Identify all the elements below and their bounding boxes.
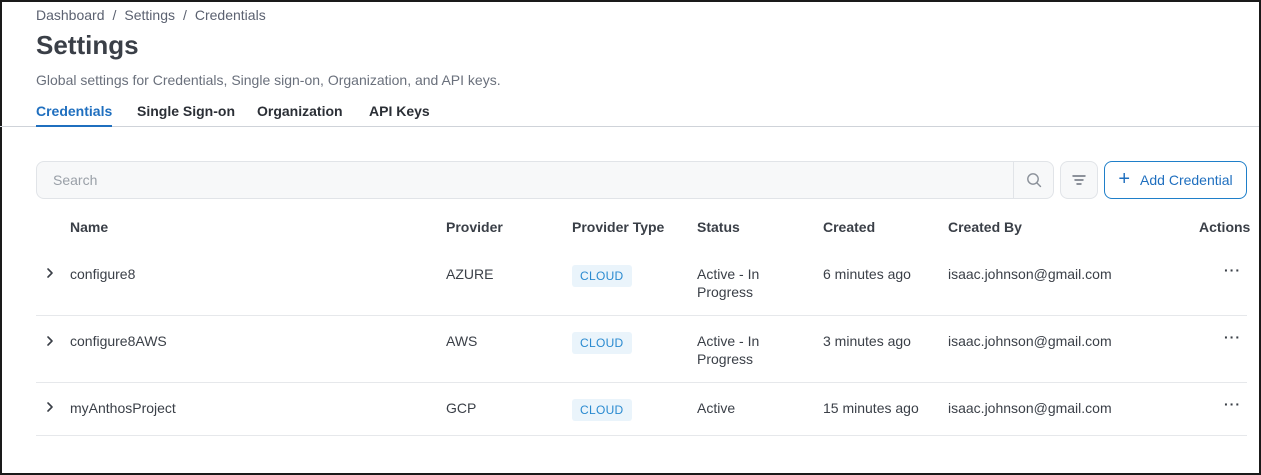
created: 3 minutes ago [823,333,911,349]
row-actions-button[interactable]: ··· [1224,262,1241,278]
column-header-name[interactable]: Name [70,219,108,235]
plus-icon: + [1118,168,1131,190]
search-button[interactable] [1013,162,1053,198]
breadcrumb-settings[interactable]: Settings [124,7,175,23]
chevron-right-icon[interactable] [45,335,55,347]
filter-button[interactable] [1060,161,1098,199]
credential-name: configure8AWS [70,333,167,349]
tab-api-keys[interactable]: API Keys [369,103,430,127]
breadcrumb-separator: / [182,7,187,23]
column-header-provider[interactable]: Provider [446,219,503,235]
row-actions-button[interactable]: ··· [1224,396,1241,412]
breadcrumb-dashboard[interactable]: Dashboard [36,7,105,23]
column-header-created-by[interactable]: Created By [948,219,1022,235]
row-actions-button[interactable]: ··· [1224,329,1241,345]
status-line: Active - In [697,266,760,282]
tab-organization[interactable]: Organization [257,103,343,127]
created-by: isaac.johnson@gmail.com [948,266,1112,282]
created-by: isaac.johnson@gmail.com [948,333,1112,349]
column-header-actions: Actions [1199,219,1251,235]
search-icon [1026,173,1041,188]
status: Active [697,400,736,416]
page-title: Settings [36,30,139,60]
created: 15 minutes ago [823,400,919,416]
add-credential-label: Add Credential [1140,172,1233,188]
status-line: Progress [697,351,754,367]
credential-name: configure8 [70,266,136,282]
chevron-right-icon[interactable] [45,267,55,279]
add-credential-button[interactable]: + Add Credential [1104,161,1247,199]
status: Active - In Progress [697,332,759,368]
chevron-right-icon[interactable] [45,401,55,413]
provider-type-badge: CLOUD [572,265,632,287]
breadcrumb: Dashboard / Settings / Credentials [36,7,266,23]
settings-tabs: Credentials Single Sign-on Organization … [0,100,1259,127]
status-line: Active - In [697,333,760,349]
column-header-status[interactable]: Status [697,219,740,235]
tab-single-sign-on[interactable]: Single Sign-on [137,103,235,127]
table-row: myAnthosProject GCP CLOUD Active 15 minu… [36,383,1247,436]
provider: AZURE [446,266,494,282]
provider: GCP [446,400,477,416]
provider: AWS [446,333,478,349]
created: 6 minutes ago [823,266,911,282]
tab-credentials[interactable]: Credentials [36,103,113,127]
provider-type-badge: CLOUD [572,332,632,354]
status-line: Progress [697,284,754,300]
filter-icon [1072,175,1086,185]
table-row: configure8AWS AWS CLOUD Active - In Prog… [36,316,1247,383]
status: Active - In Progress [697,265,759,301]
column-header-provider-type[interactable]: Provider Type [572,219,664,235]
page-description: Global settings for Credentials, Single … [36,72,501,88]
breadcrumb-credentials: Credentials [194,7,266,23]
credential-name: myAnthosProject [70,400,176,416]
table-row: configure8 AZURE CLOUD Active - In Progr… [36,250,1247,316]
search-box [36,161,1054,199]
search-input[interactable] [37,162,1013,198]
breadcrumb-separator: / [112,7,117,23]
column-header-created[interactable]: Created [823,219,875,235]
provider-type-badge: CLOUD [572,399,632,421]
created-by: isaac.johnson@gmail.com [948,400,1112,416]
